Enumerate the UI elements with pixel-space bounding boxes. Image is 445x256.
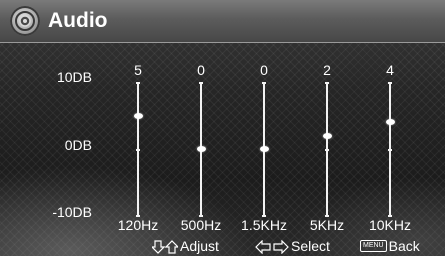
adjust-label: Adjust [180, 238, 219, 254]
band-tick [388, 82, 392, 84]
band-value-label: 0 [260, 62, 268, 78]
band-slider-knob[interactable] [322, 132, 332, 139]
back-hint: MENU Back [360, 236, 420, 256]
band-frequency-label: 500Hz [180, 217, 222, 233]
band-frequency-label: 5KHz [309, 217, 345, 233]
band-frequency-label: 10KHz [368, 217, 412, 233]
band-tick [325, 82, 329, 84]
band-slider-knob[interactable] [196, 146, 206, 152]
menu-key-icon: MENU [360, 240, 387, 253]
band-tick [136, 149, 140, 151]
band-tick [199, 82, 203, 84]
band-value-label: 0 [197, 62, 205, 78]
band-tick [388, 149, 392, 151]
speaker-icon [10, 6, 40, 36]
footer-hints: Adjust Select MENU Back [0, 236, 445, 256]
db-label-bottom: -10DB [52, 204, 92, 220]
band-frequency-label: 120Hz [117, 217, 159, 233]
page-title: Audio [48, 9, 108, 32]
back-label: Back [388, 238, 420, 254]
band-value-label: 2 [323, 62, 331, 78]
title-bar: Audio [0, 0, 445, 43]
band-value-label: 5 [134, 62, 142, 78]
band-slider-knob[interactable] [133, 112, 143, 119]
audio-eq-screen: Audio 10DB 0DB -10DB 5 120Hz 0 500Hz 0 1.5KHz… [0, 0, 445, 256]
left-right-arrows-icon [255, 240, 289, 255]
band-value-label: 4 [386, 62, 394, 78]
band-slider-knob[interactable] [259, 146, 269, 152]
select-hint: Select [255, 236, 330, 256]
select-label: Select [291, 238, 330, 254]
band-tick [262, 82, 266, 84]
band-tick [325, 149, 329, 151]
up-down-arrows-icon [152, 240, 178, 255]
band-tick [136, 82, 140, 84]
adjust-hint: Adjust [152, 236, 219, 256]
db-label-top: 10DB [56, 69, 92, 85]
db-label-middle: 0DB [64, 137, 92, 153]
band-frequency-label: 1.5KHz [241, 217, 287, 233]
band-slider-knob[interactable] [385, 119, 395, 126]
